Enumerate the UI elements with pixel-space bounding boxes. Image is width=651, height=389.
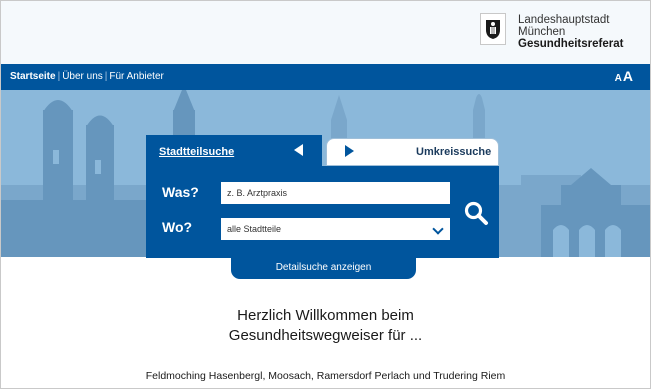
font-size-small-button[interactable]: A: [615, 73, 622, 84]
nav-item-ueber-uns[interactable]: Über uns: [62, 71, 103, 82]
brand-line-1: Landeshauptstadt: [518, 14, 610, 26]
munich-crest-icon[interactable]: [480, 13, 506, 45]
nav-item-fuer-anbieter[interactable]: Für Anbieter: [109, 71, 163, 82]
search-button[interactable]: [462, 199, 490, 227]
wo-select[interactable]: alle Stadtteile: [221, 218, 450, 240]
detail-search-button[interactable]: Detailsuche anzeigen: [231, 258, 416, 279]
districts-text: Feldmoching Hasenbergl, Moosach, Ramersd…: [145, 370, 506, 382]
was-input[interactable]: z. B. Arztpraxis: [221, 182, 450, 204]
arrow-left-icon[interactable]: [294, 144, 303, 156]
nav-separator: |: [57, 71, 61, 82]
tab-umkreissuche-label[interactable]: Umkreissuche: [416, 146, 491, 158]
chevron-down-icon: [432, 223, 444, 235]
wo-select-value: alle Stadtteile: [227, 224, 282, 234]
font-size-large-button[interactable]: A: [623, 68, 633, 84]
brand-line-2: München: [518, 26, 566, 38]
search-icon: [464, 201, 488, 225]
brand-logo-text[interactable]: Landeshauptstadt München Gesundheitsrefe…: [518, 14, 623, 50]
welcome-heading-line1: Herzlich Willkommen beim: [237, 307, 414, 324]
brand-line-3: Gesundheitsreferat: [518, 38, 624, 50]
was-label: Was?: [162, 184, 199, 200]
tab-stadtteilsuche-label[interactable]: Stadtteilsuche: [159, 146, 234, 158]
welcome-heading-line2: Gesundheitswegweiser für ...: [228, 327, 423, 344]
search-panel: Was? z. B. Arztpraxis Wo? alle Stadtteil…: [146, 166, 499, 258]
nav-item-startseite[interactable]: Startseite: [10, 71, 56, 82]
wo-label: Wo?: [162, 219, 193, 235]
main-nav: Startseite | Über uns | Für Anbieter AA: [1, 64, 650, 90]
nav-separator: |: [104, 71, 108, 82]
font-size-toggle[interactable]: AA: [615, 68, 633, 86]
site-header: Landeshauptstadt München Gesundheitsrefe…: [1, 1, 650, 64]
arrow-right-icon[interactable]: [345, 145, 354, 157]
